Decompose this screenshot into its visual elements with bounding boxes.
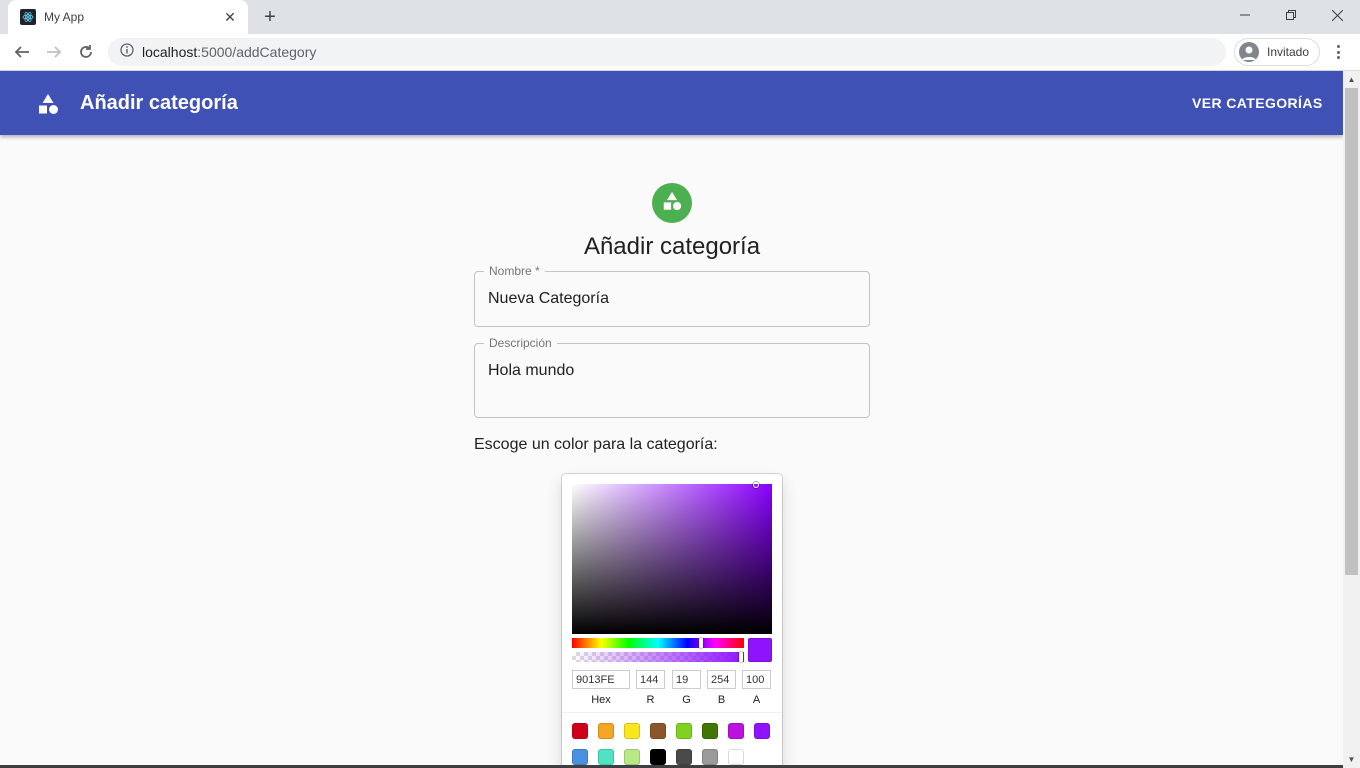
- browser-tab[interactable]: My App ✕: [8, 0, 248, 34]
- hue-slider-knob[interactable]: [699, 638, 703, 648]
- browser-toolbar: localhost:5000/addCategory Invitado: [0, 34, 1360, 71]
- red-input[interactable]: [636, 670, 665, 689]
- hex-input[interactable]: [572, 670, 630, 689]
- preset-color-swatch[interactable]: [598, 749, 614, 765]
- saturation-cursor[interactable]: [753, 482, 759, 488]
- preset-color-swatch[interactable]: [650, 723, 666, 739]
- browser-tab-bar: My App ✕ +: [0, 0, 1360, 34]
- app-bar: Añadir categoría VER CATEGORÍAS: [0, 71, 1343, 135]
- back-icon[interactable]: [10, 40, 34, 64]
- forward-icon[interactable]: [42, 40, 66, 64]
- hue-slider[interactable]: [572, 638, 744, 648]
- preset-color-swatch[interactable]: [702, 723, 718, 739]
- alpha-slider-knob[interactable]: [739, 652, 743, 662]
- color-prompt: Escoge un color para la categoría:: [474, 436, 718, 453]
- preset-color-swatch[interactable]: [598, 723, 614, 739]
- selected-color-swatch: [748, 638, 772, 662]
- scroll-down-icon[interactable]: ▼: [1343, 751, 1360, 768]
- react-icon: [20, 9, 36, 25]
- restore-icon[interactable]: [1268, 0, 1314, 30]
- profile-label: Invitado: [1267, 45, 1310, 59]
- preset-color-swatch[interactable]: [624, 723, 640, 739]
- browser-menu-icon[interactable]: [1330, 42, 1346, 62]
- color-picker: Hex R G B A: [562, 474, 782, 768]
- category-shapes-icon: [36, 92, 60, 121]
- preset-color-swatch[interactable]: [650, 749, 666, 765]
- profile-button[interactable]: Invitado: [1234, 38, 1320, 66]
- description-field-label: Descripción: [484, 336, 557, 350]
- new-tab-icon[interactable]: +: [258, 6, 282, 28]
- tab-title: My App: [44, 10, 85, 24]
- form-avatar: [652, 183, 692, 223]
- preset-color-swatch[interactable]: [676, 749, 692, 765]
- preset-color-swatch[interactable]: [572, 749, 588, 765]
- alpha-slider[interactable]: [572, 652, 744, 662]
- form-title: Añadir categoría: [583, 233, 761, 260]
- description-field[interactable]: Descripción Hola mundo: [474, 336, 870, 418]
- name-field[interactable]: Nombre * Nueva Categoría: [474, 264, 870, 327]
- preset-color-swatch[interactable]: [754, 723, 770, 739]
- green-input[interactable]: [672, 670, 701, 689]
- scrollbar-thumb[interactable]: [1345, 88, 1358, 575]
- preset-color-swatch[interactable]: [728, 749, 744, 765]
- red-label: R: [646, 694, 655, 706]
- preset-color-swatch[interactable]: [572, 723, 588, 739]
- view-categories-button[interactable]: VER CATEGORÍAS: [1192, 95, 1323, 111]
- name-field-label: Nombre *: [484, 264, 545, 278]
- reload-icon[interactable]: [74, 40, 98, 64]
- alpha-input[interactable]: [742, 670, 771, 689]
- window-close-icon[interactable]: [1314, 0, 1360, 30]
- description-field-value[interactable]: Hola mundo: [488, 362, 574, 380]
- saturation-area[interactable]: [572, 482, 772, 634]
- minimize-icon[interactable]: [1222, 0, 1268, 30]
- green-label: G: [682, 694, 691, 706]
- url-text: localhost:5000/addCategory: [142, 44, 317, 60]
- preset-divider: [562, 712, 782, 713]
- address-bar[interactable]: localhost:5000/addCategory: [108, 38, 1226, 66]
- category-shapes-icon: [661, 190, 683, 217]
- profile-avatar-icon: [1239, 42, 1259, 62]
- tab-close-icon[interactable]: ✕: [222, 9, 238, 26]
- name-field-value[interactable]: Nueva Categoría: [488, 290, 609, 308]
- preset-color-swatch[interactable]: [728, 723, 744, 739]
- info-icon[interactable]: [120, 42, 134, 62]
- blue-input[interactable]: [707, 670, 736, 689]
- preset-color-swatch[interactable]: [624, 749, 640, 765]
- preset-color-swatch[interactable]: [676, 723, 692, 739]
- hex-label: Hex: [591, 694, 611, 706]
- alpha-label: A: [752, 694, 761, 706]
- scroll-up-icon[interactable]: ▲: [1343, 71, 1360, 88]
- preset-color-swatch[interactable]: [702, 749, 718, 765]
- blue-label: B: [717, 694, 726, 706]
- app-bar-title: Añadir categoría: [80, 92, 238, 114]
